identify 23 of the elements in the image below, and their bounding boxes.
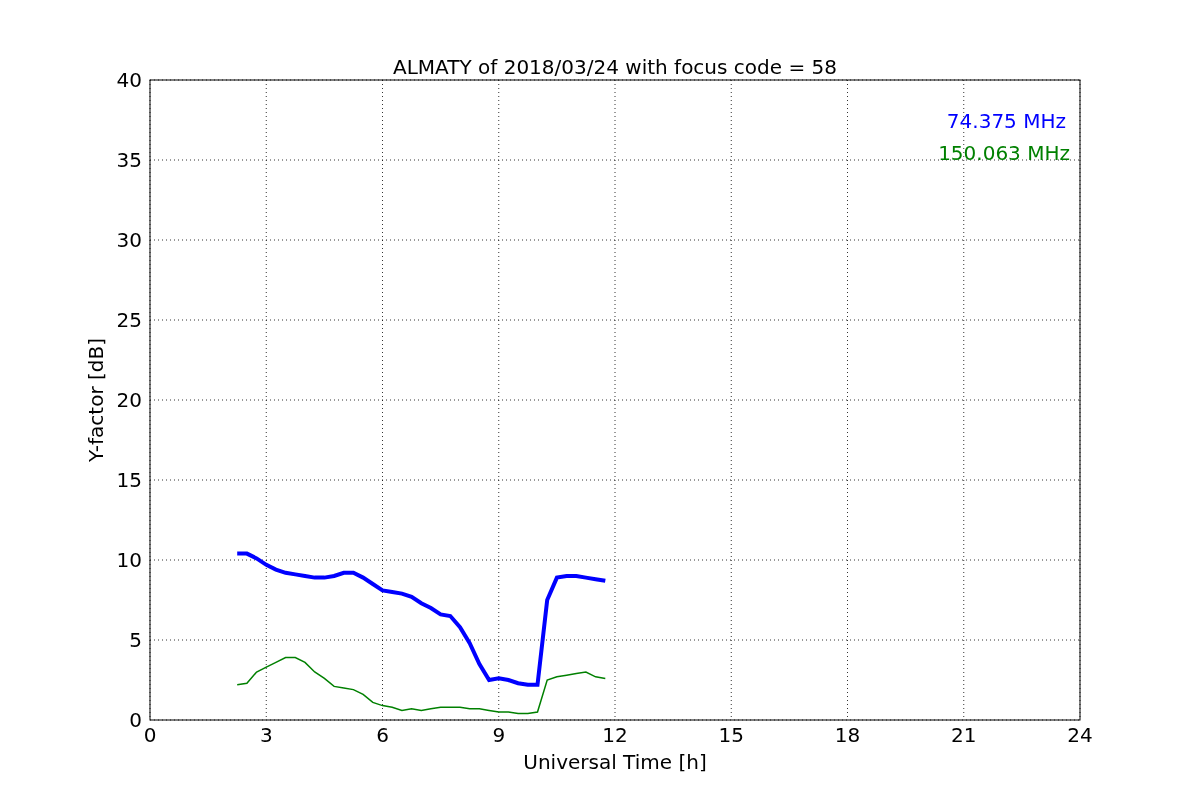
tick-label: 9 <box>492 723 506 747</box>
tick-label: 20 <box>116 388 142 412</box>
tick-label: 0 <box>129 708 142 732</box>
tick-label: 24 <box>1067 723 1093 747</box>
legend-label: 74.375 MHz <box>946 109 1066 133</box>
tick-label: 3 <box>259 723 273 747</box>
tick-label: 30 <box>116 228 142 252</box>
axis-label: Universal Time [h] <box>523 750 707 774</box>
tick-label: 12 <box>602 723 628 747</box>
tick-label: 0 <box>143 723 157 747</box>
legend-label: 150.063 MHz <box>938 141 1070 165</box>
tick-label: 40 <box>116 68 142 92</box>
tick-label: 10 <box>116 548 142 572</box>
tick-label: 25 <box>116 308 142 332</box>
tick-label: 21 <box>951 723 977 747</box>
tick-label: 5 <box>129 628 142 652</box>
tick-label: 6 <box>376 723 389 747</box>
tick-label: 18 <box>834 723 861 747</box>
tick-label: 15 <box>718 723 744 747</box>
axis-label: Y-factor [dB] <box>84 338 108 462</box>
tick-label: 15 <box>116 468 142 492</box>
tick-label: 35 <box>116 148 142 172</box>
chart-title: ALMATY of 2018/03/24 with focus code = 58 <box>393 55 837 79</box>
